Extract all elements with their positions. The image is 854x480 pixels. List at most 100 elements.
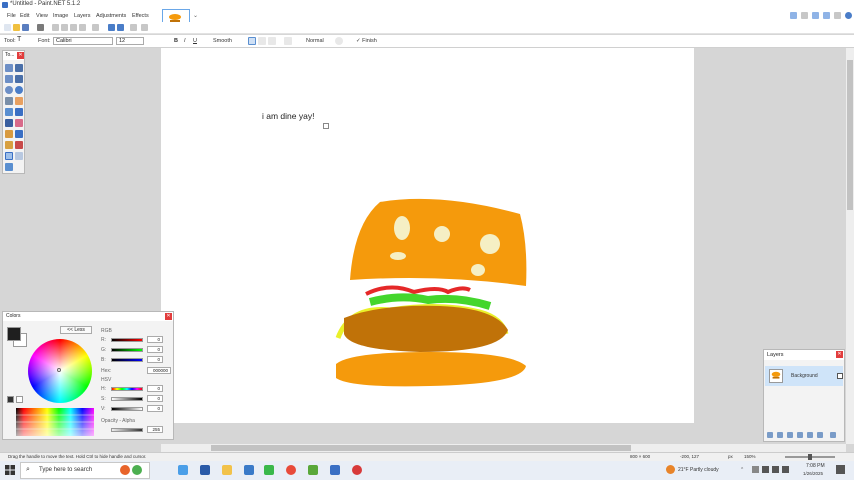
green-value[interactable]: 0 <box>147 346 163 353</box>
pan-icon[interactable] <box>15 97 23 105</box>
text-tool-indicator-icon[interactable]: T <box>17 36 21 43</box>
zoom-slider-thumb[interactable] <box>808 454 812 460</box>
lasso-icon[interactable] <box>5 75 13 83</box>
magic-wand-icon[interactable] <box>5 97 13 105</box>
red-slider[interactable] <box>111 338 143 342</box>
vertical-scroll-thumb[interactable] <box>847 60 853 210</box>
tray-chevron-icon[interactable]: ⌃ <box>740 467 744 473</box>
edge-browser-icon[interactable] <box>178 465 188 475</box>
bold-button[interactable]: B <box>174 38 178 44</box>
file-explorer-icon[interactable] <box>222 465 232 475</box>
move-layer-down-icon[interactable] <box>817 432 823 438</box>
opacity-value[interactable]: 255 <box>147 426 163 433</box>
canvas-text[interactable]: i am dine yay! <box>262 111 314 121</box>
blue-value[interactable]: 0 <box>147 356 163 363</box>
rect-select-icon[interactable] <box>5 64 13 72</box>
recorder-icon[interactable] <box>352 465 362 475</box>
opacity-slider[interactable] <box>111 428 143 432</box>
menu-view[interactable]: View <box>36 13 48 19</box>
line-curve-icon[interactable] <box>15 152 23 160</box>
paintbrush-icon[interactable] <box>5 119 13 127</box>
green-slider[interactable] <box>111 348 143 352</box>
tools-window-icon[interactable] <box>790 12 797 19</box>
palette-menu-icon[interactable] <box>16 396 23 403</box>
antialias-icon[interactable] <box>335 37 343 45</box>
open-icon[interactable] <box>13 24 20 31</box>
menu-layers[interactable]: Layers <box>74 13 91 19</box>
layer-visibility-checkbox[interactable] <box>837 373 843 379</box>
deselect-icon[interactable] <box>92 24 99 31</box>
layer-properties-icon[interactable] <box>830 432 836 438</box>
windows-start-icon[interactable] <box>5 465 15 475</box>
recolor-icon[interactable] <box>15 141 23 149</box>
save-icon[interactable] <box>22 24 29 31</box>
swap-colors-icon[interactable] <box>7 396 14 403</box>
merge-layer-icon[interactable] <box>797 432 803 438</box>
hue-slider[interactable] <box>111 387 143 391</box>
help-icon[interactable] <box>845 12 852 19</box>
network-icon[interactable] <box>762 466 769 473</box>
finish-button[interactable]: ✓ Finish <box>356 38 377 44</box>
zoom-level[interactable]: 150% <box>744 454 756 459</box>
text-tool-icon[interactable] <box>5 152 13 160</box>
tools-close-button[interactable]: ✕ <box>17 52 24 59</box>
red-value[interactable]: 0 <box>147 336 163 343</box>
blend-mode-select[interactable]: Normal <box>306 38 324 44</box>
value-value[interactable]: 0 <box>147 405 163 412</box>
colors-close-button[interactable]: ✕ <box>165 313 172 320</box>
paintnet-taskbar-icon[interactable] <box>330 465 340 475</box>
print-icon[interactable] <box>37 24 44 31</box>
shapes-icon[interactable] <box>5 163 13 171</box>
menu-file[interactable]: File <box>7 13 16 19</box>
menu-effects[interactable]: Effects <box>132 13 149 19</box>
colors-window-icon[interactable] <box>823 12 830 19</box>
move-selection-icon[interactable] <box>15 75 23 83</box>
clone-stamp-icon[interactable] <box>5 141 13 149</box>
paint-bucket-icon[interactable] <box>5 108 13 116</box>
saturation-value[interactable]: 0 <box>147 395 163 402</box>
rulers-icon[interactable] <box>141 24 148 31</box>
clock-time[interactable]: 7:08 PM <box>806 463 825 469</box>
horizontal-scroll-thumb[interactable] <box>211 445 631 451</box>
pencil-icon[interactable] <box>5 130 13 138</box>
align-right-icon[interactable] <box>268 37 276 45</box>
tray-app-icon[interactable] <box>752 466 759 473</box>
menu-edit[interactable]: Edit <box>20 13 29 19</box>
menu-image[interactable]: Image <box>53 13 68 19</box>
fill-mode-icon[interactable] <box>284 37 292 45</box>
weather-icon[interactable] <box>666 465 675 474</box>
horizontal-scrollbar[interactable] <box>161 444 846 452</box>
saturation-slider[interactable] <box>111 397 143 401</box>
text-move-handle[interactable] <box>323 123 329 129</box>
duplicate-layer-icon[interactable] <box>787 432 793 438</box>
store-icon[interactable] <box>200 465 210 475</box>
game-icon[interactable] <box>308 465 318 475</box>
underline-button[interactable]: U <box>193 38 197 44</box>
copy-icon[interactable] <box>61 24 68 31</box>
primary-color-swatch[interactable] <box>7 327 21 341</box>
move-pixels-icon[interactable] <box>15 64 23 72</box>
eraser-icon[interactable] <box>15 119 23 127</box>
font-size-select[interactable]: 12 <box>116 37 144 45</box>
align-left-icon[interactable] <box>248 37 256 45</box>
value-slider[interactable] <box>111 407 143 411</box>
antialias-select[interactable]: Smooth <box>213 38 232 44</box>
add-layer-icon[interactable] <box>767 432 773 438</box>
layers-window-icon[interactable] <box>812 12 819 19</box>
hex-value[interactable]: 000000 <box>147 367 171 374</box>
color-palette[interactable] <box>16 408 94 436</box>
notifications-icon[interactable] <box>836 465 845 474</box>
minecraft-icon[interactable] <box>264 465 274 475</box>
mail-icon[interactable] <box>244 465 254 475</box>
crop-icon[interactable] <box>79 24 86 31</box>
layer-row-background[interactable]: Background <box>765 366 843 386</box>
battery-icon[interactable] <box>782 466 789 473</box>
paste-icon[interactable] <box>70 24 77 31</box>
italic-button[interactable]: I <box>184 38 186 44</box>
vertical-scrollbar[interactable] <box>846 48 854 444</box>
gradient-icon[interactable] <box>15 108 23 116</box>
history-window-icon[interactable] <box>801 12 808 19</box>
cut-icon[interactable] <box>52 24 59 31</box>
font-select[interactable]: Calibri <box>53 37 113 45</box>
color-picker-icon[interactable] <box>15 130 23 138</box>
